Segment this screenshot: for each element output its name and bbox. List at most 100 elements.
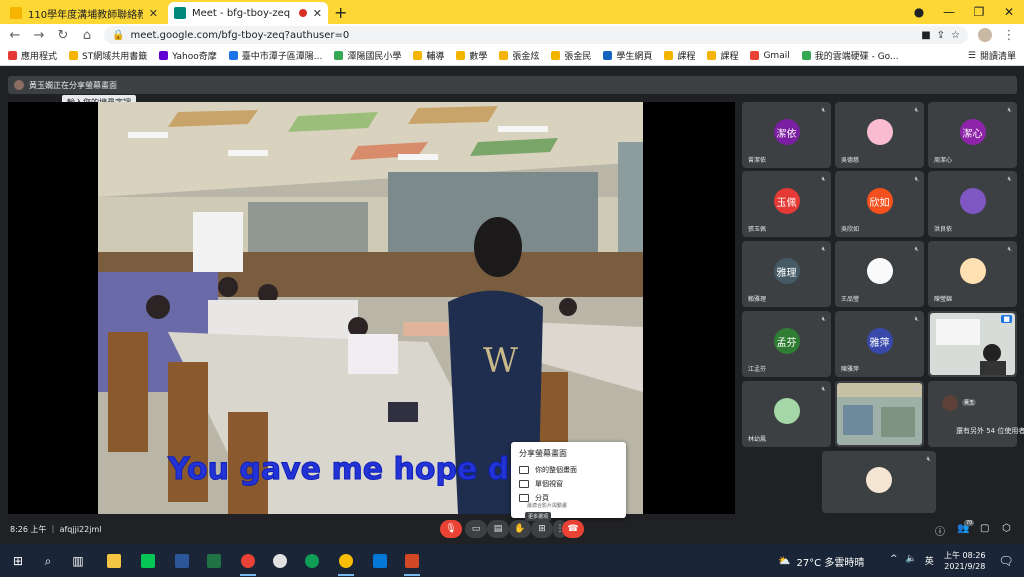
bookmark-item[interactable]: Gmail xyxy=(750,51,790,61)
caption-text: You gave me hope de xyxy=(168,452,531,488)
line-app-icon[interactable] xyxy=(138,551,158,571)
meet-area: 黃玉嫻正在分享螢幕畫面 輸入您的搜尋字詞 xyxy=(0,66,1024,544)
bookmark-item[interactable]: 數學 xyxy=(456,49,487,62)
close-tab-icon[interactable]: ✕ xyxy=(313,7,322,20)
weather-widget[interactable]: ⛅ 27°C 多雲時晴 xyxy=(778,554,864,569)
participant-tile[interactable]: 🔇︎ xyxy=(835,381,924,447)
tab-classroom[interactable]: 110學年度溝埔教師聯絡教室 ✕ xyxy=(4,2,164,24)
bookmark-item[interactable]: 臺中市潭子區潭陽... xyxy=(228,49,322,62)
system-tray: ^ 🔈 英 xyxy=(890,554,934,567)
present-button[interactable]: ⊞ xyxy=(531,520,553,538)
bookmark-item[interactable]: 學生網頁 xyxy=(603,49,652,62)
share-entire-screen-option[interactable]: 你的整個畫面 xyxy=(511,463,626,477)
participant-tile[interactable]: 雅萍 陳雅萍 🔇︎ xyxy=(835,311,924,377)
participant-tile[interactable]: 雅理 賴雅理 🔇︎ xyxy=(742,241,831,307)
bookmark-item[interactable]: 課程 xyxy=(664,49,695,62)
bookmark-label: 數學 xyxy=(469,52,488,62)
bookmark-icon xyxy=(228,51,238,60)
bookmark-label: 張金炫 xyxy=(512,52,540,62)
participant-tile[interactable]: 黃玉 還有另外 54 位使用者 xyxy=(928,381,1024,447)
camera-icon[interactable]: ■ xyxy=(921,30,930,41)
participant-tile[interactable]: 潔心 周潔心 🔇︎ xyxy=(928,102,1017,168)
tray-chevron-icon[interactable]: ^ xyxy=(890,554,898,567)
raise-hand-button[interactable]: ✋ xyxy=(509,520,531,538)
menu-kebab-icon[interactable]: ⋮ xyxy=(1002,28,1016,43)
info-icon[interactable]: ⓘ xyxy=(935,523,945,538)
back-icon[interactable]: ← xyxy=(8,28,22,43)
participant-avatar: 欣如 xyxy=(866,188,893,215)
bookmark-item[interactable]: Yahoo奇摩 xyxy=(159,49,217,62)
leave-call-button[interactable]: ☎ xyxy=(562,520,584,538)
windows-start-icon[interactable]: ⊞ xyxy=(8,551,28,571)
media-app-icon[interactable] xyxy=(270,551,290,571)
forward-icon[interactable]: → xyxy=(32,28,46,43)
activities-icon[interactable]: ⬡ xyxy=(1002,523,1011,534)
bookmark-item[interactable]: 課程 xyxy=(707,49,738,62)
bookmark-item[interactable]: 我的雲端硬碟 - Go... xyxy=(801,49,899,62)
new-tab-button[interactable]: + xyxy=(334,2,347,24)
address-url[interactable]: meet.google.com/bfg-tboy-zeq?authuser=0 xyxy=(130,30,915,41)
participant-pin-badge[interactable]: ■ xyxy=(1001,315,1012,323)
star-icon[interactable]: ☆ xyxy=(951,30,960,41)
powerpoint-icon[interactable] xyxy=(402,551,422,576)
close-window-icon[interactable]: ✕ xyxy=(994,5,1024,19)
bookmark-item[interactable]: 應用程式 xyxy=(8,49,57,62)
chrome-icon[interactable] xyxy=(238,551,258,576)
profile-avatar[interactable] xyxy=(978,28,992,42)
participant-tile[interactable]: 欣如 吳欣如 🔇︎ xyxy=(835,171,924,237)
maximize-icon[interactable]: ❐ xyxy=(964,5,994,19)
mic-muted-icon: 🔇︎ xyxy=(1007,245,1012,253)
bookmark-item[interactable]: 潭陽國民小學 xyxy=(334,49,401,62)
people-icon[interactable]: 👥 70 xyxy=(957,520,975,534)
option-label: 你的整個畫面 xyxy=(535,466,577,474)
captions-button[interactable]: ▤ xyxy=(487,520,509,538)
close-tab-icon[interactable]: ✕ xyxy=(149,7,158,20)
participant-name: 洪良依 xyxy=(934,226,953,233)
participant-tile[interactable]: 洪良依 🔇︎ xyxy=(928,171,1017,237)
participant-tile[interactable]: 孟芬 江孟芬 🔇︎ xyxy=(742,311,831,377)
search-icon[interactable]: ⌕ xyxy=(38,551,58,571)
profile-dot-icon[interactable]: ● xyxy=(904,5,934,19)
bookmark-item[interactable]: 張金民 xyxy=(551,49,591,62)
chat-icon[interactable]: ▢ xyxy=(980,523,989,534)
participant-tile[interactable]: 🔇︎ xyxy=(822,451,936,513)
ime-indicator[interactable]: 英 xyxy=(925,554,934,567)
file-explorer-icon[interactable] xyxy=(104,551,124,571)
movie-app-icon[interactable] xyxy=(370,551,390,571)
mic-off-button[interactable]: 🎙 xyxy=(440,520,462,538)
option-label: 單個視窗 xyxy=(535,480,563,488)
volume-icon[interactable]: 🔈 xyxy=(906,554,917,567)
participant-tile[interactable]: 潔依 曾潔依 🔇︎ xyxy=(742,102,831,168)
share-window-option[interactable]: 單個視窗 xyxy=(511,477,626,491)
camera-button[interactable]: ▭ xyxy=(465,520,487,538)
participant-tile[interactable]: 玉佩 張玉佩 🔇︎ xyxy=(742,171,831,237)
word-icon[interactable] xyxy=(172,551,192,571)
chrome-window-icon[interactable] xyxy=(336,551,356,576)
participant-tile[interactable]: 吳德慈 🔇︎ xyxy=(835,102,924,168)
task-view-icon[interactable]: ▥ xyxy=(68,551,88,571)
bookmark-label: Yahoo奇摩 xyxy=(172,52,217,62)
tab-title: Meet - bfg-tboy-zeq xyxy=(192,7,291,19)
address-bar[interactable]: 🔒 meet.google.com/bfg-tboy-zeq?authuser=… xyxy=(104,26,968,44)
reload-icon[interactable]: ↻ xyxy=(56,28,70,43)
bookmark-item[interactable]: ST網域共用書籤 xyxy=(69,49,147,62)
share-icon[interactable]: ⇪ xyxy=(937,30,945,41)
bookmark-item[interactable]: 輔導 xyxy=(413,49,444,62)
bookmark-label: 輔導 xyxy=(426,52,445,62)
participant-tile[interactable]: ■ xyxy=(928,311,1017,377)
participant-tile[interactable]: 陳瑩錦 🔇︎ xyxy=(928,241,1017,307)
bookmark-item[interactable]: 張金炫 xyxy=(499,49,539,62)
reading-list-button[interactable]: ☰ 閱讀清單 xyxy=(968,49,1016,63)
minimize-icon[interactable]: — xyxy=(934,5,964,19)
excel-icon[interactable] xyxy=(204,551,224,571)
home-icon[interactable]: ⌂ xyxy=(80,28,94,43)
participant-tile[interactable]: 林幼鳳 🔇︎ xyxy=(742,381,831,447)
participant-name: 吳德慈 xyxy=(841,157,860,164)
edge-icon[interactable] xyxy=(302,551,322,571)
mic-muted-icon: 🔇︎ xyxy=(821,315,826,323)
bookmark-icon xyxy=(801,51,811,60)
tab-meet[interactable]: Meet - bfg-tboy-zeq ✕ xyxy=(168,2,328,24)
system-clock[interactable]: 上午 08:26 2021/9/28 xyxy=(944,550,986,572)
notifications-icon[interactable]: 🗨 xyxy=(996,551,1016,571)
participant-tile[interactable]: 王品瑩 🔇︎ xyxy=(835,241,924,307)
